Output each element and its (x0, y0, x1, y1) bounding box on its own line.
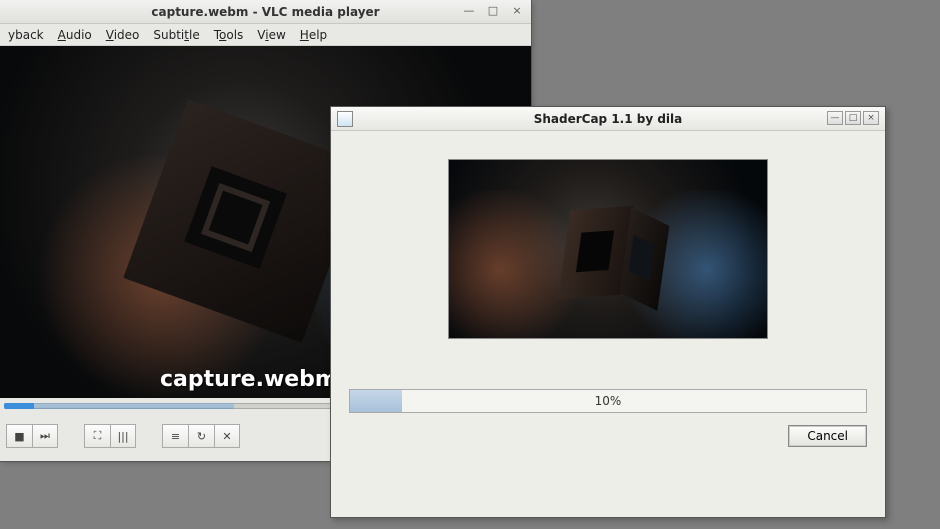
shadercap-body: 10% Cancel (331, 131, 885, 517)
progress-fill (350, 390, 402, 412)
app-icon (337, 111, 353, 127)
shadercap-window-controls: — □ × (827, 111, 879, 125)
menu-tools[interactable]: Tools (214, 28, 244, 42)
vlc-window-controls: — □ × (461, 2, 525, 18)
seek-progress (4, 403, 34, 409)
progress-percent-label: 10% (595, 394, 622, 408)
vlc-titlebar[interactable]: capture.webm - VLC media player — □ × (0, 0, 531, 24)
close-icon[interactable]: × (509, 2, 525, 18)
stop-button[interactable]: ■ (6, 424, 32, 448)
preview-cube-icon (558, 204, 671, 317)
menu-playback[interactable]: yback (8, 28, 44, 42)
minimize-icon[interactable]: — (827, 111, 843, 125)
video-caption: capture.webm (160, 367, 338, 392)
shadercap-titlebar[interactable]: ShaderCap 1.1 by dila — □ × (331, 107, 885, 131)
render-preview (448, 159, 768, 339)
shadercap-window: ShaderCap 1.1 by dila — □ × 10% Cancel (330, 106, 886, 518)
minimize-icon[interactable]: — (461, 2, 477, 18)
menu-video[interactable]: Video (106, 28, 140, 42)
vlc-window-title: capture.webm - VLC media player (151, 5, 379, 19)
extended-settings-button[interactable]: ||| (110, 424, 136, 448)
maximize-icon[interactable]: □ (485, 2, 501, 18)
shadercap-footer: Cancel (349, 425, 867, 447)
progress-bar: 10% (349, 389, 867, 413)
menu-subtitle[interactable]: Subtitle (153, 28, 199, 42)
seek-buffered (4, 403, 234, 409)
playlist-button[interactable]: ≡ (162, 424, 188, 448)
progress-wrap: 10% (349, 389, 867, 413)
close-icon[interactable]: × (863, 111, 879, 125)
menu-audio[interactable]: Audio (58, 28, 92, 42)
shuffle-button[interactable]: ✕ (214, 424, 240, 448)
next-button[interactable]: ⏭ (32, 424, 58, 448)
fullscreen-button[interactable]: ⛶ (84, 424, 110, 448)
loop-button[interactable]: ↻ (188, 424, 214, 448)
maximize-icon[interactable]: □ (845, 111, 861, 125)
cancel-button[interactable]: Cancel (788, 425, 867, 447)
menu-view[interactable]: View (257, 28, 286, 42)
vlc-menubar: yback Audio Video Subtitle Tools View He… (0, 24, 531, 46)
menu-help[interactable]: Help (300, 28, 327, 42)
shadercap-window-title: ShaderCap 1.1 by dila (534, 112, 683, 126)
